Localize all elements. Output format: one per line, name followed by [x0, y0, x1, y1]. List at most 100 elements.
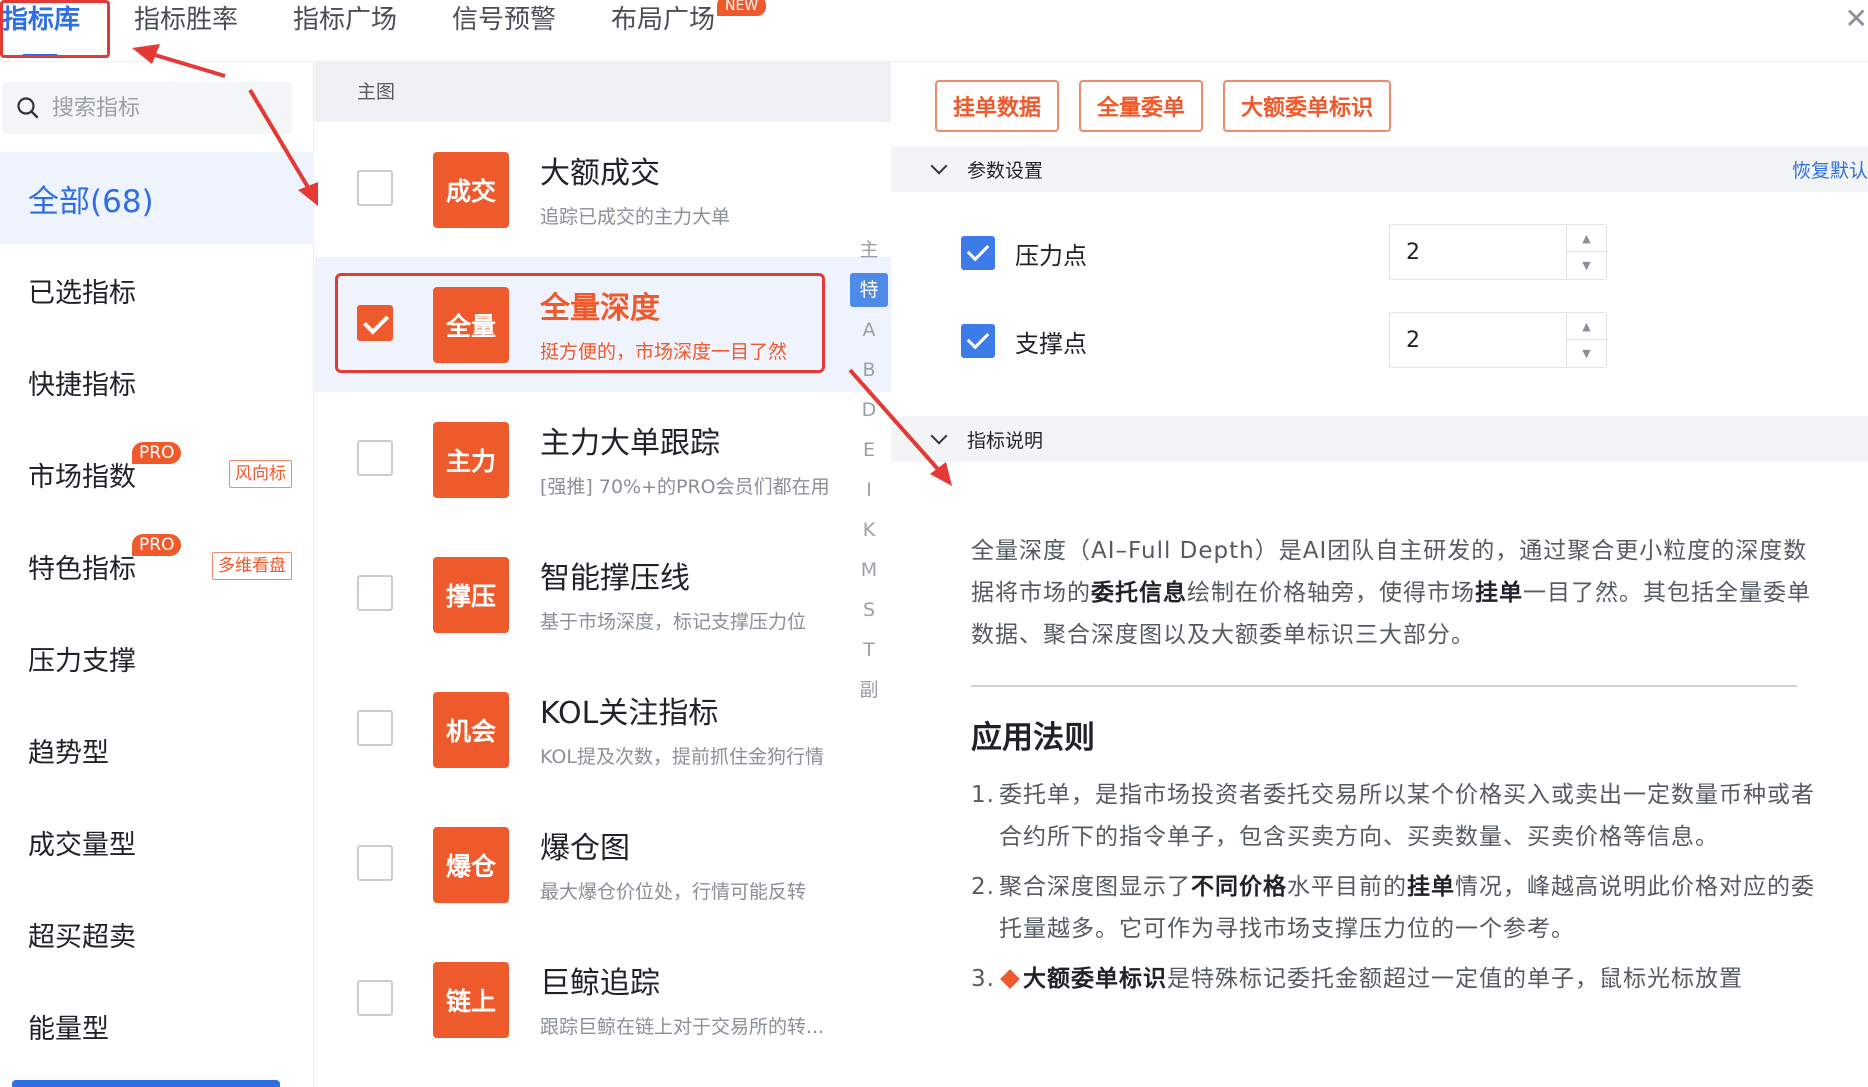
tab-indicator-library[interactable]: 指标库 — [2, 0, 80, 40]
index-letter[interactable]: E — [850, 430, 888, 470]
category-label: 能量型 — [28, 1013, 109, 1045]
rule-text: 聚合深度图显示了 — [999, 874, 1191, 900]
param-stepper[interactable]: ▲ ▼ — [1389, 224, 1607, 280]
param-label: 支撑点 — [1015, 330, 1087, 358]
decrement-icon[interactable]: ▼ — [1567, 340, 1606, 367]
index-letter[interactable]: 主 — [850, 230, 888, 270]
list-item[interactable]: 链上 巨鲸追踪 跟踪巨鲸在链上对于交易所的转... — [315, 932, 891, 1067]
category-volume[interactable]: 成交量型 — [0, 796, 314, 888]
decrement-icon[interactable]: ▼ — [1567, 252, 1606, 279]
indicator-desc: 最大爆仓价位处，行情可能反转 — [540, 881, 807, 903]
param-input[interactable] — [1390, 313, 1566, 367]
order-data-button[interactable]: 挂单数据 — [935, 80, 1060, 132]
indicator-desc: [强推] 70%+的PRO会员们都在用 — [540, 476, 830, 498]
category-energy[interactable]: 能量型 — [0, 980, 314, 1072]
indicator-title: 巨鲸追踪 — [540, 966, 660, 1001]
category-pressure-support[interactable]: 压力支撑 — [0, 612, 314, 704]
indicator-badge: 机会 — [433, 692, 509, 768]
rule-text: 委托单，是指市场投资者委托交易所以某个价格买入或卖出一定数量币种或者合约所下的指… — [999, 782, 1815, 850]
index-letter[interactable]: I — [850, 470, 888, 510]
index-letter[interactable]: A — [850, 310, 888, 350]
stepper-buttons: ▲ ▼ — [1566, 313, 1606, 367]
indicator-desc: 挺方便的，市场深度一目了然 — [540, 341, 788, 363]
desc-section-header[interactable]: 指标说明 — [891, 416, 1868, 462]
indicator-detail: 挂单数据 全量委单 大额委单标识 参数设置 恢复默认 压力点 ▲ ▼ 支撑点 ▲… — [891, 62, 1868, 1087]
category-label: 已选指标 — [28, 277, 136, 309]
search-icon — [17, 97, 39, 119]
category-overbought[interactable]: 超买超卖 — [0, 888, 314, 980]
list-item[interactable]: 主力 主力大单跟踪 [强推] 70%+的PRO会员们都在用 — [315, 392, 891, 527]
rule-number: 2. — [971, 874, 995, 900]
indicator-title: 主力大单跟踪 — [540, 426, 720, 461]
large-order-mark-button[interactable]: 大额委单标识 — [1223, 80, 1392, 132]
category-featured[interactable]: 特色指标 PRO 多维看盘 — [0, 520, 314, 612]
increment-icon[interactable]: ▲ — [1567, 225, 1606, 252]
indicator-checkbox[interactable] — [357, 440, 393, 476]
tab-layout-square[interactable]: 布局广场 — [611, 0, 715, 40]
reset-default-link[interactable]: 恢复默认 — [1792, 156, 1868, 183]
index-letter[interactable]: D — [850, 390, 888, 430]
param-checkbox[interactable] — [961, 324, 995, 358]
rule-item: 1. 委托单，是指市场投资者委托交易所以某个价格买入或卖出一定数量币种或者合约所… — [971, 774, 1821, 858]
indicator-title: KOL关注指标 — [540, 696, 719, 731]
indicator-checkbox[interactable] — [357, 845, 393, 881]
list-item[interactable]: 机会 KOL关注指标 KOL提及次数，提前抓住金狗行情 — [315, 662, 891, 797]
rule-bold: 挂单 — [1407, 874, 1455, 900]
category-trend[interactable]: 趋势型 — [0, 704, 314, 796]
index-letter[interactable]: 特 — [850, 273, 888, 307]
tab-indicator-winrate[interactable]: 指标胜率 — [134, 0, 238, 40]
search-input[interactable] — [52, 95, 272, 121]
index-letter[interactable]: 副 — [850, 670, 888, 710]
rule-bold: 大额委单标识 — [1023, 966, 1167, 992]
divider — [971, 685, 1797, 687]
indicator-checkbox[interactable] — [357, 710, 393, 746]
index-letter[interactable]: T — [850, 630, 888, 670]
param-label: 压力点 — [1015, 242, 1087, 270]
indicator-checkbox[interactable] — [357, 575, 393, 611]
new-badge: NEW — [717, 0, 767, 16]
increment-icon[interactable]: ▲ — [1567, 313, 1606, 340]
category-sidebar: 全部(68) 已选指标 快捷指标 市场指数 PRO 风向标 特色指标 PRO 多… — [0, 62, 314, 1087]
close-icon[interactable]: ✕ — [1845, 2, 1868, 35]
index-letter[interactable]: K — [850, 510, 888, 550]
category-market-index[interactable]: 市场指数 PRO 风向标 — [0, 428, 314, 520]
category-all[interactable]: 全部(68) — [0, 152, 314, 244]
tab-signal-alert[interactable]: 信号预警 — [452, 0, 556, 40]
list-item[interactable]: 撑压 智能撑压线 基于市场深度，标记支撑压力位 — [315, 527, 891, 662]
param-stepper[interactable]: ▲ ▼ — [1389, 312, 1607, 368]
category-label: 快捷指标 — [28, 369, 136, 401]
list-item[interactable]: 全量 全量深度 挺方便的，市场深度一目了然 — [315, 257, 891, 392]
chevron-down-icon — [930, 427, 948, 445]
category-quick[interactable]: 快捷指标 — [0, 336, 314, 428]
category-label: 压力支撑 — [28, 645, 136, 677]
index-letter[interactable]: S — [850, 590, 888, 630]
param-checkbox[interactable] — [961, 236, 995, 270]
stepper-buttons: ▲ ▼ — [1566, 225, 1606, 279]
tab-indicator-square[interactable]: 指标广场 — [293, 0, 397, 40]
indicator-title: 智能撑压线 — [540, 561, 690, 596]
indicator-badge: 成交 — [433, 152, 509, 228]
indicator-checkbox[interactable] — [357, 980, 393, 1016]
indicator-title: 爆仓图 — [540, 831, 630, 866]
full-orders-button[interactable]: 全量委单 — [1079, 80, 1204, 132]
rule-text: 是特殊标记委托金额超过一定值的单子，鼠标光标放置 — [1167, 966, 1743, 992]
section-title: 指标说明 — [967, 429, 1044, 452]
indicator-checkbox[interactable] — [357, 305, 393, 341]
category-label: 成交量型 — [28, 829, 136, 861]
index-letter[interactable]: M — [850, 550, 888, 590]
list-item[interactable]: 成交 大额成交 追踪已成交的主力大单 — [315, 122, 891, 257]
list-item[interactable]: 爆仓 爆仓图 最大爆仓价位处，行情可能反转 — [315, 797, 891, 932]
param-section-header[interactable]: 参数设置 恢复默认 — [891, 146, 1868, 192]
category-selected[interactable]: 已选指标 — [0, 244, 314, 336]
rule-text: 水平目前的 — [1287, 874, 1407, 900]
index-letter[interactable]: B — [850, 350, 888, 390]
param-input[interactable] — [1390, 225, 1566, 279]
indicator-badge: 全量 — [433, 287, 509, 363]
indicator-checkbox[interactable] — [357, 170, 393, 206]
indicator-badge: 撑压 — [433, 557, 509, 633]
search-box[interactable] — [2, 82, 292, 134]
top-tab-bar: 指标库 指标胜率 指标广场 信号预警 布局广场 NEW ✕ — [0, 0, 1868, 62]
param-row: 支撑点 ▲ ▼ — [961, 312, 1861, 368]
pro-badge: PRO — [132, 534, 182, 556]
active-tab-underline — [22, 54, 58, 58]
